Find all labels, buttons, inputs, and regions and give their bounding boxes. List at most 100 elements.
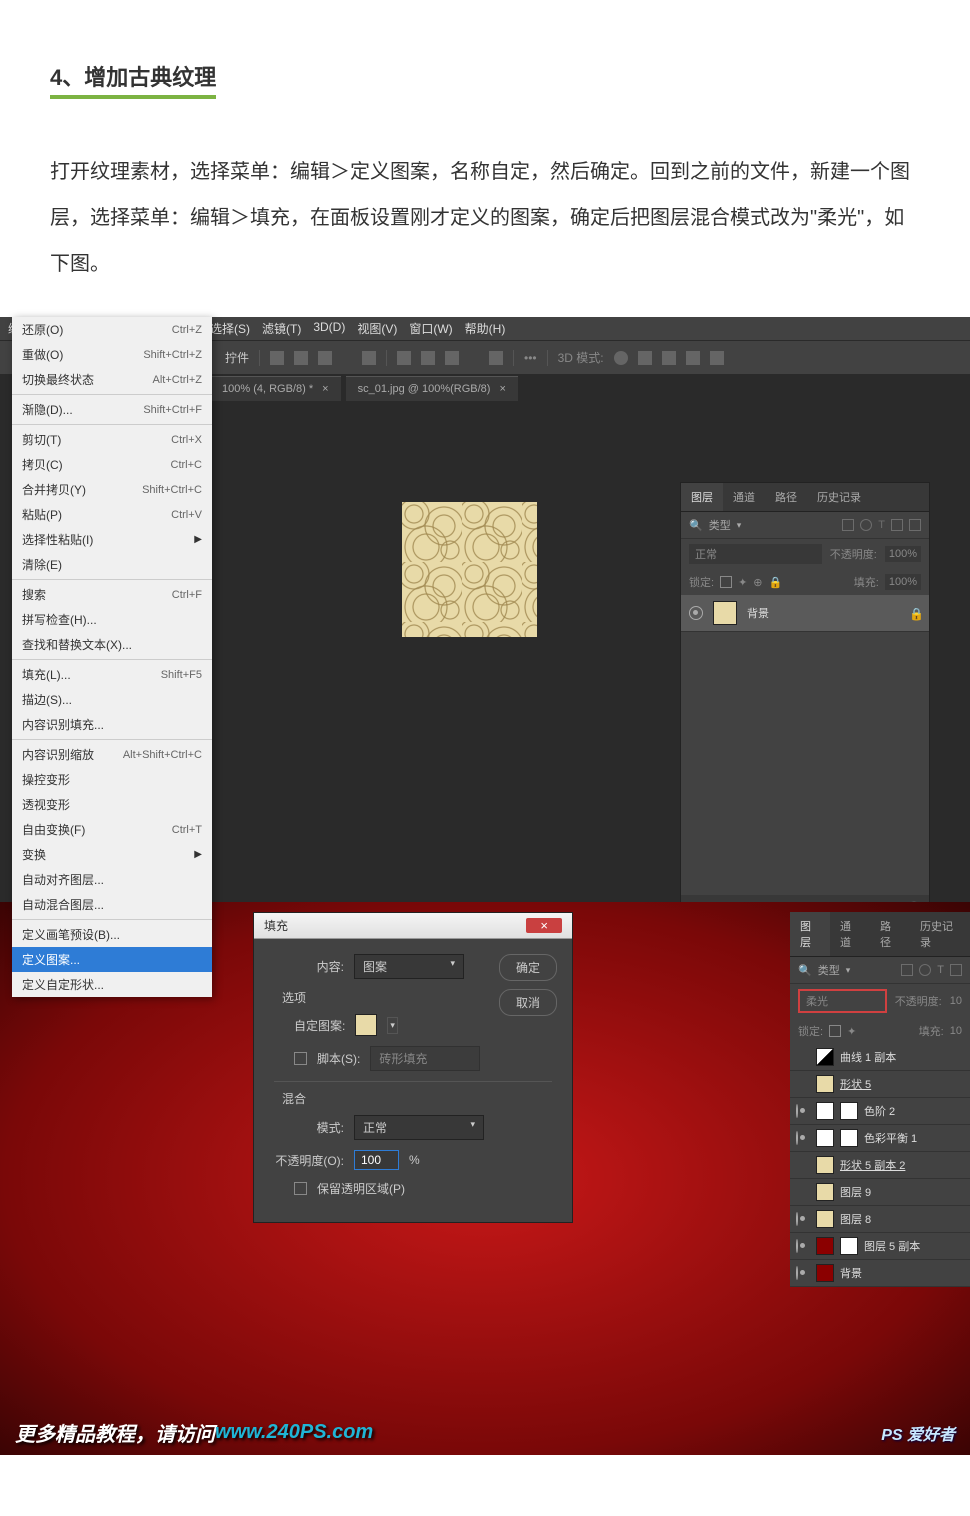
distribute-icon[interactable] [421,351,435,365]
menu-item[interactable]: 定义自定形状... [12,972,212,997]
layer-item[interactable]: 色阶 2 [790,1098,970,1125]
panel-tab[interactable]: 通道 [830,912,870,956]
menu-item[interactable]: 操控变形 [12,767,212,792]
script-checkbox[interactable] [294,1052,307,1065]
opacity-input[interactable]: 100% [885,546,921,562]
ok-button[interactable]: 确定 [499,954,557,981]
lock-icon[interactable]: ✦ [847,1025,856,1038]
menu-item[interactable]: 描边(S)... [12,687,212,712]
eye-icon[interactable] [796,1267,810,1279]
lock-icon[interactable]: ✦ [738,576,747,589]
align-icon[interactable] [270,351,284,365]
layer-item[interactable]: 图层 9 [790,1179,970,1206]
panel-tab[interactable]: 通道 [723,483,765,511]
blend-mode-select[interactable]: 柔光 [798,989,887,1013]
document-tab[interactable]: sc_01.jpg @ 100%(RGB/8) × [346,376,518,401]
align-icon[interactable] [318,351,332,365]
menu-item[interactable]: 变换▶ [12,842,212,867]
script-select[interactable]: 砖形填充 [370,1046,480,1071]
menu-item[interactable]: 选择(S) [210,320,250,337]
preserve-checkbox[interactable] [294,1182,307,1195]
layer-item[interactable]: 色彩平衡 1 [790,1125,970,1152]
menu-item[interactable]: 清除(E) [12,552,212,577]
filter-icon[interactable] [860,519,872,531]
opacity-input[interactable]: 100 [354,1150,399,1170]
layer-item[interactable]: 曲线 1 副本 [790,1044,970,1071]
menu-item[interactable]: 切换最终状态Alt+Ctrl+Z [12,367,212,392]
panel-tab[interactable]: 图层 [790,912,830,956]
lock-icon[interactable]: 🔒 [769,576,783,589]
menu-item[interactable]: 内容识别缩放Alt+Shift+Ctrl+C [12,742,212,767]
menu-item[interactable]: 还原(O)Ctrl+Z [12,317,212,342]
menu-item[interactable]: 填充(L)...Shift+F5 [12,662,212,687]
footer-link[interactable]: www.240PS.com [215,1421,373,1444]
distribute-icon[interactable] [489,351,503,365]
3d-icon[interactable] [710,351,724,365]
layer-item[interactable]: 图层 8 [790,1206,970,1233]
eye-icon[interactable] [796,1213,810,1225]
close-icon[interactable]: × [500,383,506,395]
menu-item[interactable]: 粘贴(P)Ctrl+V [12,502,212,527]
eye-icon[interactable] [796,1132,810,1144]
distribute-icon[interactable] [397,351,411,365]
more-icon[interactable]: ••• [524,351,537,365]
mode-select[interactable]: 正常 ▾ [354,1115,484,1140]
menu-item[interactable]: 剪切(T)Ctrl+X [12,427,212,452]
layer-item[interactable]: 形状 5 副本 2 [790,1152,970,1179]
eye-icon[interactable] [796,1105,810,1117]
eye-icon[interactable] [689,606,703,620]
menu-item[interactable]: 视图(V) [357,320,397,337]
filter-icon[interactable] [919,964,931,976]
pattern-swatch[interactable] [355,1014,377,1036]
fill-input[interactable]: 100% [885,574,921,590]
menu-item[interactable]: 选择性粘贴(I)▶ [12,527,212,552]
lock-icon[interactable]: ⊕ [753,576,762,589]
eye-icon[interactable] [796,1240,810,1252]
menu-item[interactable]: 3D(D) [313,320,345,337]
cancel-button[interactable]: 取消 [499,989,557,1016]
align-icon[interactable] [294,351,308,365]
search-icon[interactable]: 🔍 [689,519,703,532]
close-icon[interactable]: × [322,383,328,395]
panel-tab[interactable]: 历史记录 [910,912,970,956]
menu-item[interactable]: 渐隐(D)...Shift+Ctrl+F [12,397,212,422]
menu-item[interactable]: 自动混合图层... [12,892,212,917]
filter-icon[interactable] [901,964,913,976]
menu-item[interactable]: 重做(O)Shift+Ctrl+Z [12,342,212,367]
filter-icon[interactable] [842,519,854,531]
panel-tab[interactable]: 路径 [870,912,910,956]
layer-item[interactable]: 背景 🔒 [681,595,929,632]
filter-icon[interactable] [909,519,921,531]
menu-item[interactable]: 定义图案... [12,947,212,972]
menu-item[interactable]: 帮助(H) [465,320,506,337]
layer-item[interactable]: 图层 5 副本 [790,1233,970,1260]
layer-item[interactable]: 背景 [790,1260,970,1287]
menu-item[interactable]: 搜索Ctrl+F [12,582,212,607]
panel-tab[interactable]: 图层 [681,483,723,511]
menu-item[interactable]: 透视变形 [12,792,212,817]
menu-item[interactable]: 滤镜(T) [262,320,301,337]
filter-icon[interactable] [950,964,962,976]
distribute-icon[interactable] [445,351,459,365]
menu-item[interactable]: 查找和替换文本(X)... [12,632,212,657]
close-button[interactable]: × [526,918,562,933]
3d-icon[interactable] [662,351,676,365]
menu-item[interactable]: 定义画笔预设(B)... [12,922,212,947]
menu-item[interactable]: 窗口(W) [409,320,452,337]
filter-icon[interactable]: T [878,519,885,531]
document-tab[interactable]: 100% (4, RGB/8) * × [210,376,341,401]
lock-icon[interactable] [829,1025,841,1037]
menu-item[interactable]: 拷贝(C)Ctrl+C [12,452,212,477]
filter-icon[interactable] [891,519,903,531]
menu-item[interactable]: 自动对齐图层... [12,867,212,892]
menu-item[interactable]: 合并拷贝(Y)Shift+Ctrl+C [12,477,212,502]
layer-item[interactable]: 形状 5 [790,1071,970,1098]
menu-item[interactable]: 自由变换(F)Ctrl+T [12,817,212,842]
3d-icon[interactable] [614,351,628,365]
3d-icon[interactable] [686,351,700,365]
content-select[interactable]: 图案 ▾ [354,954,464,979]
fill-input[interactable]: 10 [950,1025,962,1037]
filter-icon[interactable]: T [937,964,944,976]
filter-type[interactable]: 类型 [709,517,731,533]
search-icon[interactable]: 🔍 [798,964,812,977]
